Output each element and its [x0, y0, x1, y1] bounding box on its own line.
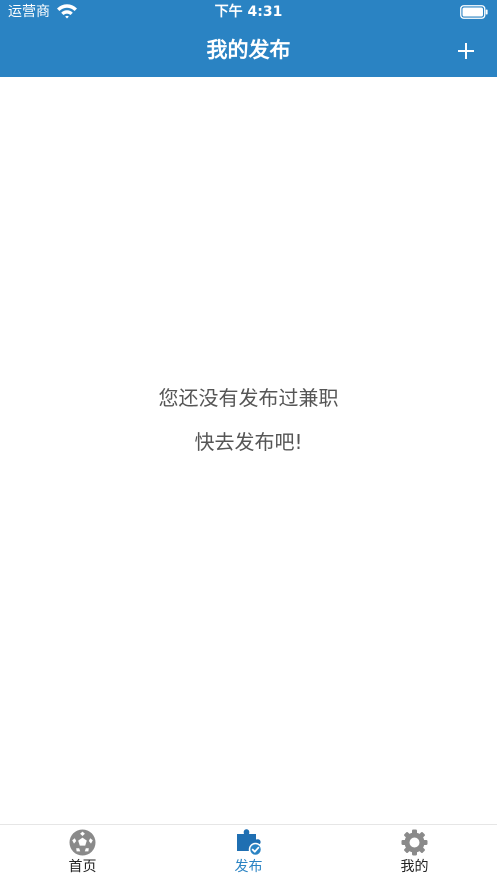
tab-bar: 首页 发布 我的 [0, 824, 497, 884]
tab-publish[interactable]: 发布 [166, 825, 331, 884]
puzzle-check-icon [237, 829, 263, 857]
empty-state-prompt: 快去发布吧! [194, 430, 303, 454]
plus-icon[interactable] [453, 38, 479, 64]
gear-icon [401, 829, 428, 856]
tab-mine[interactable]: 我的 [332, 825, 497, 884]
tab-home[interactable]: 首页 [0, 825, 165, 884]
tab-mine-label: 我的 [400, 859, 429, 875]
nav-header: 运营商 下午 4:31 我的发布 [0, 0, 497, 77]
page-title: 我的发布 [206, 38, 291, 62]
empty-state-message: 您还没有发布过兼职 [158, 386, 339, 410]
status-time: 下午 4:31 [214, 4, 283, 20]
tab-publish-label: 发布 [234, 859, 263, 875]
status-bar: 运营商 下午 4:31 [0, 0, 497, 24]
battery-icon [460, 5, 488, 19]
soccer-ball-icon [69, 829, 96, 856]
tab-home-label: 首页 [68, 859, 97, 875]
